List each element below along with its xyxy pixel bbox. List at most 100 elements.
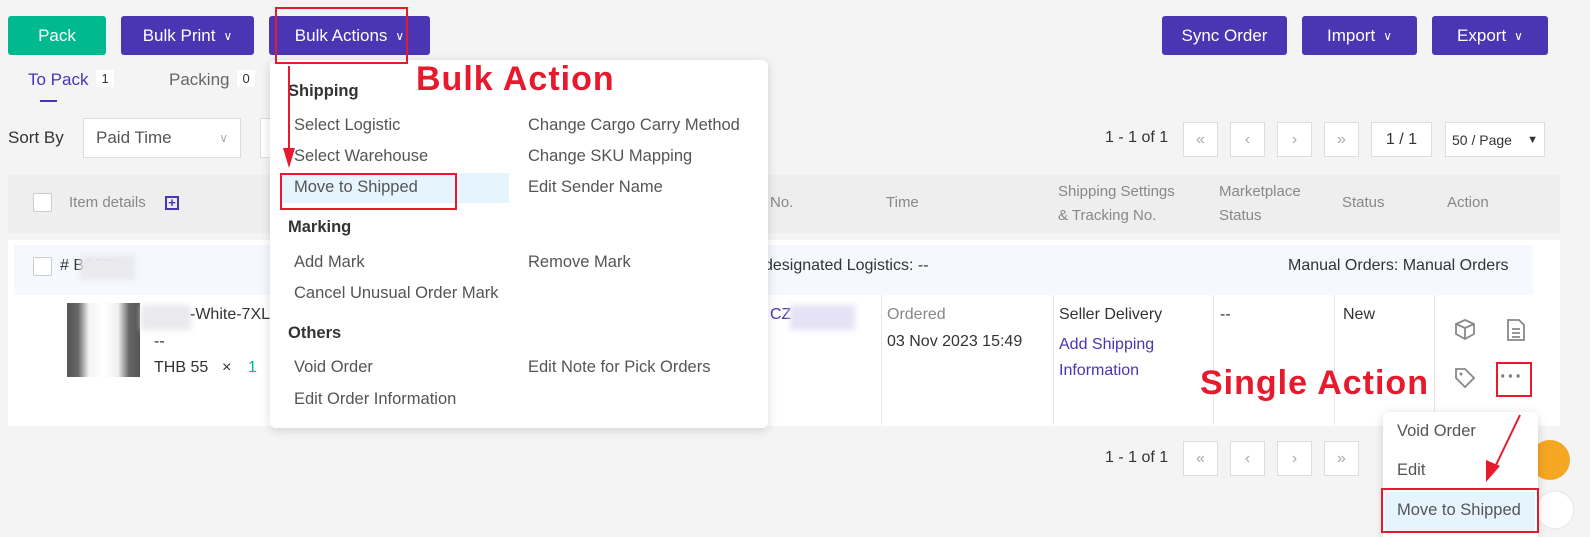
sort-select[interactable]: Paid Time ∨ — [83, 118, 241, 158]
annotation-bulk-action: Bulk Action — [416, 60, 615, 98]
bulk-actions-menu: Shipping Select Logistic Change Cargo Ca… — [270, 60, 768, 428]
product-name[interactable]: -White-7XL — [190, 306, 270, 324]
menu-item-edit-order-information[interactable]: Edit Order Information — [294, 390, 456, 409]
shipping-method: Seller Delivery — [1059, 306, 1163, 323]
annotation-box-more-actions — [1496, 362, 1532, 397]
import-label: Import — [1327, 25, 1376, 45]
header-item-details: Item details — [69, 194, 146, 211]
redacted-product-name — [141, 305, 191, 330]
tab-label: To Pack — [28, 70, 89, 89]
product-image[interactable] — [67, 303, 140, 377]
annotation-box-single-move-to-shipped — [1381, 488, 1539, 533]
prev-page-button[interactable]: ‹ — [1230, 122, 1265, 157]
select-all-checkbox[interactable] — [33, 193, 52, 212]
active-tab-indicator — [40, 100, 57, 102]
sync-order-label: Sync Order — [1181, 25, 1268, 45]
per-page-value: 50 / Page — [1452, 131, 1512, 148]
bulk-print-button[interactable]: Bulk Print ∨ — [121, 16, 254, 55]
tab-packing[interactable]: Packing 0 — [169, 70, 255, 90]
last-page-button[interactable]: » — [1324, 441, 1359, 476]
tab-count-badge: 1 — [96, 70, 114, 87]
redacted-order-number — [790, 305, 855, 330]
next-page-button[interactable]: › — [1277, 122, 1312, 157]
menu-item-remove-mark[interactable]: Remove Mark — [528, 253, 631, 272]
times-icon: × — [222, 359, 232, 376]
annotation-box-bulk-actions — [275, 7, 408, 64]
header-line: Shipping Settings — [1058, 183, 1175, 200]
export-label: Export — [1457, 25, 1507, 45]
menu-item-cancel-unusual-order-mark[interactable]: Cancel Unusual Order Mark — [294, 284, 499, 303]
header-line: & Tracking No. — [1058, 207, 1157, 224]
tab-to-pack[interactable]: To Pack 1 — [28, 70, 114, 90]
import-button[interactable]: Import ∨ — [1302, 16, 1417, 55]
menu-item-change-cargo-carry-method[interactable]: Change Cargo Carry Method — [528, 116, 740, 135]
document-icon[interactable] — [1505, 318, 1527, 342]
header-shipping: Shipping Settings & Tracking No. — [1058, 180, 1175, 228]
header-line: Marketplace — [1219, 183, 1301, 200]
column-divider — [1434, 295, 1435, 425]
header-status: Status — [1342, 194, 1385, 211]
product-price: THB 55 — [154, 359, 209, 376]
time-value: 03 Nov 2023 15:49 — [887, 333, 1023, 350]
menu-item-change-sku-mapping[interactable]: Change SKU Mapping — [528, 147, 692, 166]
menu-item-edit-sender-name[interactable]: Edit Sender Name — [528, 178, 663, 197]
product-quantity: 1 — [248, 359, 257, 376]
next-page-button[interactable]: › — [1277, 441, 1312, 476]
header-line: Status — [1219, 207, 1262, 224]
chevron-down-icon: ∨ — [219, 131, 228, 145]
annotation-box-move-to-shipped — [280, 173, 457, 210]
header-time: Time — [886, 194, 919, 211]
pack-label: Pack — [38, 25, 76, 45]
first-page-button[interactable]: « — [1183, 122, 1218, 157]
single-menu-void-order[interactable]: Void Order — [1397, 422, 1476, 441]
menu-item-void-order[interactable]: Void Order — [294, 358, 373, 377]
tab-label: Packing — [169, 70, 230, 89]
column-divider — [1213, 295, 1214, 425]
first-page-button[interactable]: « — [1183, 441, 1218, 476]
column-divider — [1334, 295, 1335, 425]
pack-button[interactable]: Pack — [8, 16, 106, 55]
sort-by-label: Sort By — [8, 128, 64, 147]
chevron-down-icon: ▼ — [1527, 133, 1538, 146]
per-page-select[interactable]: 50 / Page ▼ — [1445, 122, 1545, 157]
expand-plus-icon[interactable]: + — [165, 196, 179, 210]
export-button[interactable]: Export ∨ — [1432, 16, 1548, 55]
time-label: Ordered — [887, 306, 946, 323]
last-page-button[interactable]: » — [1324, 122, 1359, 157]
product-variant: -- — [154, 333, 165, 350]
page-indicator[interactable]: 1 / 1 — [1371, 122, 1432, 157]
chevron-down-icon: ∨ — [1514, 28, 1523, 43]
annotation-single-action: Single Action — [1200, 364, 1429, 402]
sort-value: Paid Time — [96, 128, 172, 147]
order-number-link[interactable]: CZ — [770, 306, 791, 324]
sync-order-button[interactable]: Sync Order — [1162, 16, 1287, 55]
add-shipping-info-link[interactable]: Add Shipping Information — [1059, 332, 1179, 384]
column-divider — [1053, 295, 1054, 425]
prev-page-button[interactable]: ‹ — [1230, 441, 1265, 476]
order-checkbox[interactable] — [33, 257, 52, 276]
redacted-order-id — [80, 255, 135, 280]
header-no: No. — [770, 194, 794, 211]
designated-logistics: designated Logistics: -- — [764, 257, 929, 274]
menu-item-select-logistic[interactable]: Select Logistic — [294, 116, 400, 135]
bulk-print-label: Bulk Print — [142, 25, 216, 45]
menu-item-select-warehouse[interactable]: Select Warehouse — [294, 147, 428, 166]
package-icon[interactable] — [1453, 318, 1477, 342]
tag-icon[interactable] — [1453, 366, 1477, 390]
single-menu-edit[interactable]: Edit — [1397, 461, 1425, 480]
order-status: New — [1343, 306, 1376, 323]
pagination-range-bottom: 1 - 1 of 1 — [1105, 449, 1169, 466]
menu-section-marking: Marking — [288, 218, 352, 236]
header-action: Action — [1447, 194, 1489, 211]
marketplace-status: -- — [1220, 306, 1231, 323]
pagination-range: 1 - 1 of 1 — [1105, 129, 1169, 146]
tab-count-badge: 0 — [237, 70, 255, 87]
header-marketplace-status: Marketplace Status — [1219, 180, 1301, 228]
support-avatar[interactable] — [1535, 490, 1575, 530]
menu-item-add-mark[interactable]: Add Mark — [294, 253, 365, 272]
order-source: Manual Orders: Manual Orders — [1288, 257, 1509, 274]
menu-section-others: Others — [288, 324, 342, 342]
chevron-down-icon: ∨ — [223, 28, 233, 43]
chevron-down-icon: ∨ — [1383, 28, 1392, 43]
menu-item-edit-note-for-pick-orders[interactable]: Edit Note for Pick Orders — [528, 358, 710, 377]
